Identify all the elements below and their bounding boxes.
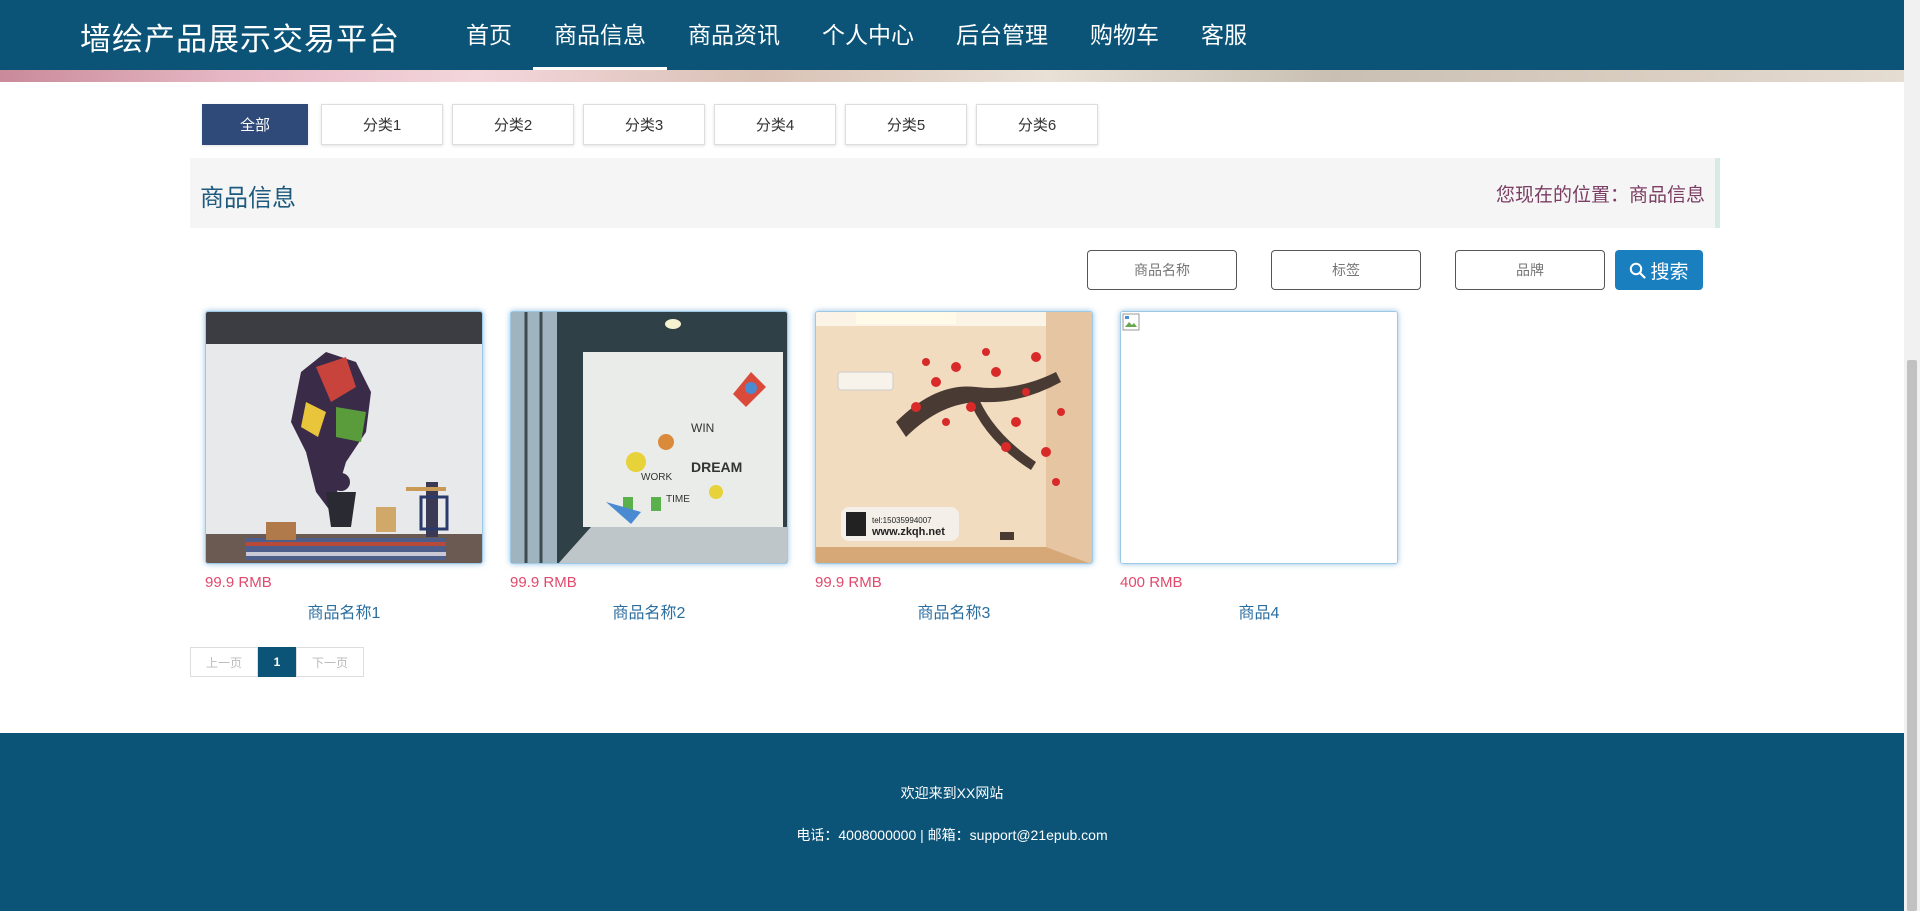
category-filter: 全部 分类1 分类2 分类3 分类4 分类5 分类6 [202,104,1098,145]
category-6[interactable]: 分类6 [976,104,1098,145]
next-page-button[interactable]: 下一页 [296,647,364,677]
product-grid: 99.9 RMB 商品名称1 WIN DREAM WORK TIME 99.9 … [205,311,1398,623]
product-image-broken[interactable] [1120,311,1398,564]
category-5[interactable]: 分类5 [845,104,967,145]
site-footer: 欢迎来到XX网站 电话：4008000000 | 邮箱：support@21ep… [0,733,1904,911]
watermark-phone: tel:15035994007 [872,516,932,525]
product-image[interactable]: tel:15035994007 www.zkqh.net [815,311,1093,564]
nav-profile[interactable]: 个人中心 [801,0,935,70]
category-3[interactable]: 分类3 [583,104,705,145]
svg-text:WIN: WIN [691,421,714,435]
section-title: 商品信息 [200,185,296,212]
broken-image-icon [1122,313,1140,331]
category-4[interactable]: 分类4 [714,104,836,145]
nav-home[interactable]: 首页 [445,0,533,70]
pagination: 上一页 1 下一页 [190,647,364,677]
prev-page-button[interactable]: 上一页 [190,647,258,677]
svg-text:WORK: WORK [641,472,672,483]
product-name[interactable]: 商品名称1 [205,599,483,623]
search-icon [1630,262,1647,279]
product-image[interactable]: WIN DREAM WORK TIME [510,311,788,564]
footer-welcome: 欢迎来到XX网站 [900,785,1004,801]
scrollbar-thumb[interactable] [1907,360,1917,911]
product-card[interactable]: 400 RMB 商品4 [1120,311,1398,623]
current-page[interactable]: 1 [258,647,296,677]
site-header: 墙绘产品展示交易平台 首页 商品信息 商品资讯 个人中心 后台管理 购物车 客服 [0,0,1904,70]
svg-text:DREAM: DREAM [691,459,742,475]
product-price: 99.9 RMB [510,574,577,591]
nav-news[interactable]: 商品资讯 [667,0,801,70]
nav-products[interactable]: 商品信息 [533,0,667,70]
search-button[interactable]: 搜索 [1615,250,1703,290]
category-1[interactable]: 分类1 [321,104,443,145]
breadcrumb-bar: 商品信息 您现在的位置：商品信息 [190,158,1720,228]
category-2[interactable]: 分类2 [452,104,574,145]
search-button-label: 搜索 [1650,261,1689,283]
product-name[interactable]: 商品名称2 [510,599,788,623]
product-name[interactable]: 商品4 [1120,599,1398,623]
nav-cart[interactable]: 购物车 [1069,0,1180,70]
nav-service[interactable]: 客服 [1180,0,1268,70]
product-card[interactable]: tel:15035994007 www.zkqh.net 99.9 RMB 商品… [815,311,1093,623]
brand-input[interactable] [1455,250,1605,290]
footer-contact: 电话：4008000000 | 邮箱：support@21epub.com [796,827,1108,843]
product-name-input[interactable] [1087,250,1237,290]
nav-admin[interactable]: 后台管理 [935,0,1069,70]
product-image[interactable] [205,311,483,564]
tag-input[interactable] [1271,250,1421,290]
product-card[interactable]: 99.9 RMB 商品名称1 [205,311,483,623]
page-scrollbar[interactable] [1904,0,1920,911]
product-card[interactable]: WIN DREAM WORK TIME 99.9 RMB 商品名称2 [510,311,788,623]
page: 墙绘产品展示交易平台 首页 商品信息 商品资讯 个人中心 后台管理 购物车 客服… [0,0,1920,911]
product-price: 99.9 RMB [815,574,882,591]
watermark-site: www.zkqh.net [871,526,945,538]
svg-text:TIME: TIME [666,494,690,505]
site-brand[interactable]: 墙绘产品展示交易平台 [80,14,400,59]
product-price: 400 RMB [1120,574,1183,591]
category-all[interactable]: 全部 [202,104,308,145]
main-nav: 首页 商品信息 商品资讯 个人中心 后台管理 购物车 客服 [445,0,1268,70]
breadcrumb-location: 您现在的位置：商品信息 [1495,185,1705,206]
product-price: 99.9 RMB [205,574,272,591]
product-name[interactable]: 商品名称3 [815,599,1093,623]
